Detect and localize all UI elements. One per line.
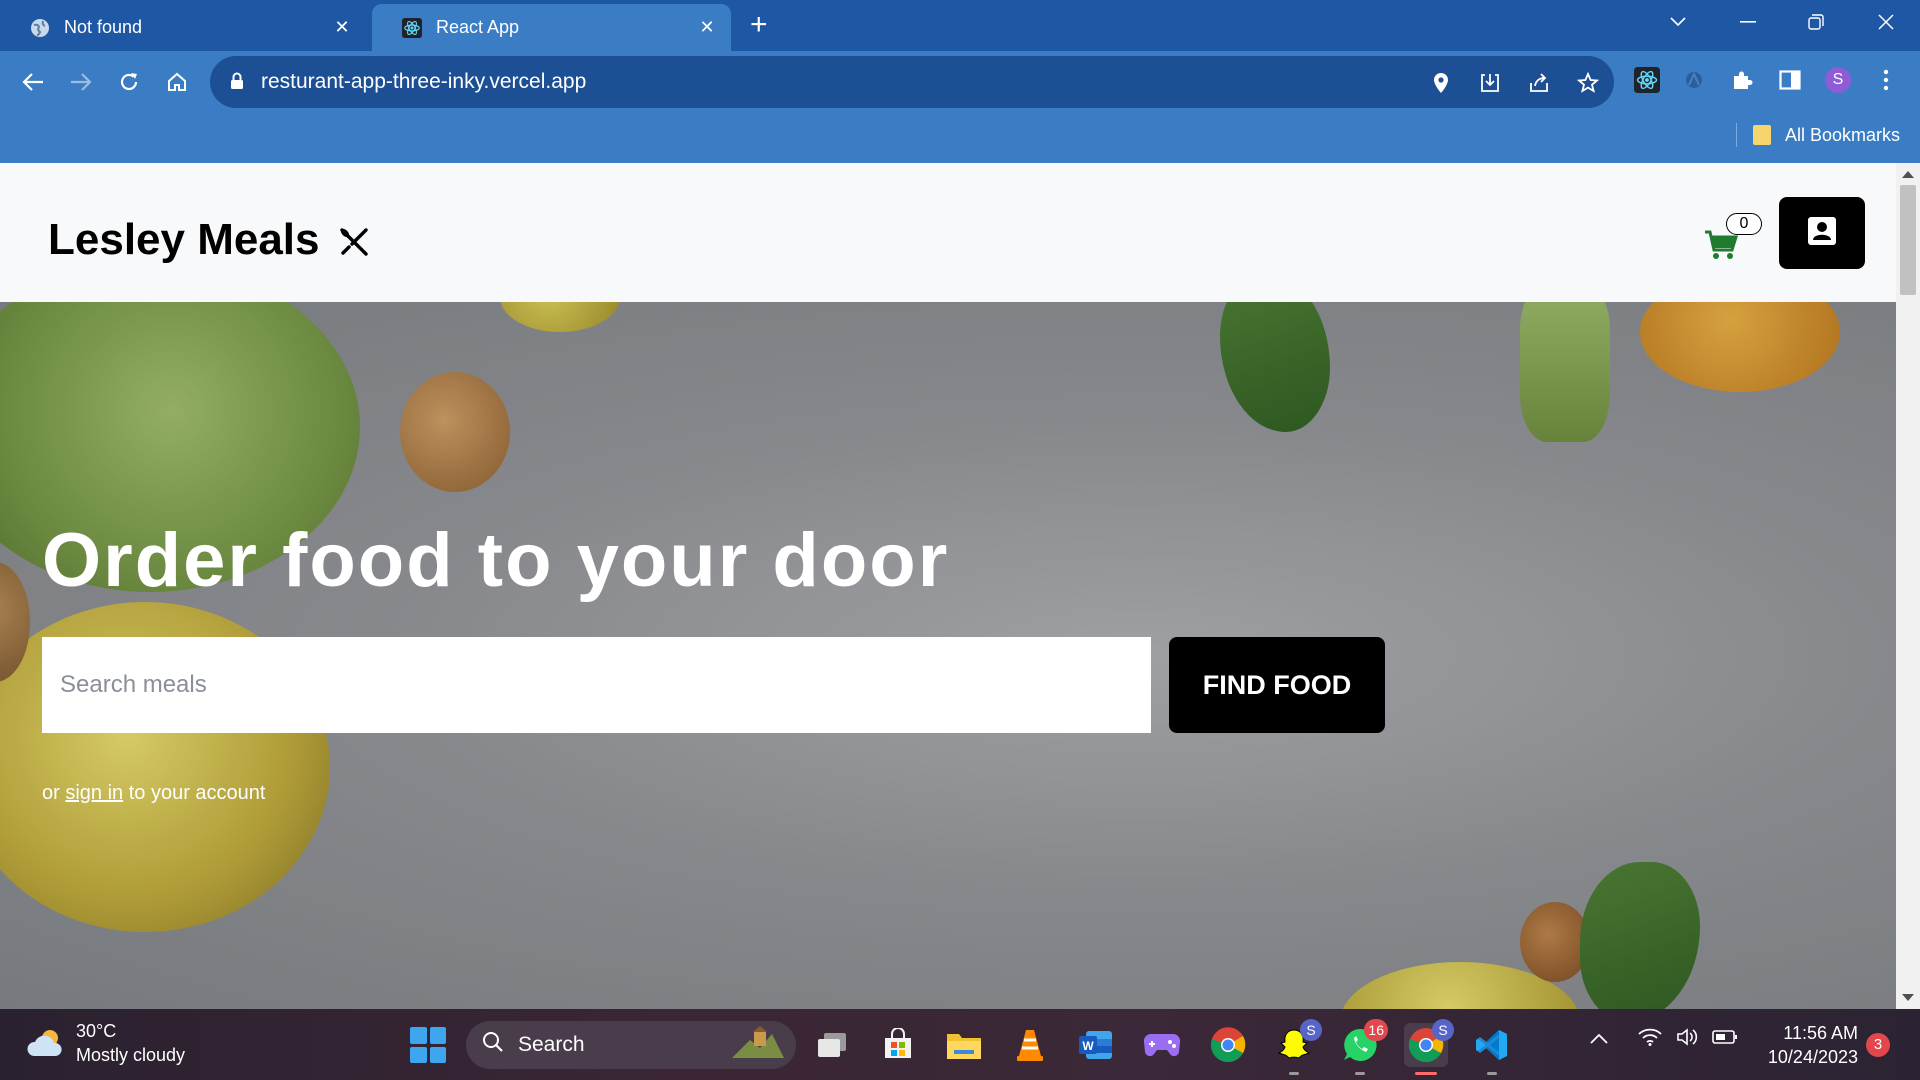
utensils-icon	[338, 219, 370, 269]
microsoft-store-icon[interactable]	[876, 1023, 920, 1067]
all-bookmarks-link[interactable]: All Bookmarks	[1785, 125, 1900, 146]
notification-count-badge[interactable]: 3	[1866, 1033, 1890, 1057]
battery-icon[interactable]	[1712, 1029, 1738, 1050]
weather-widget[interactable]: 30°C Mostly cloudy	[26, 1019, 185, 1067]
signin-link[interactable]: sign in	[65, 782, 123, 804]
clock-date: 10/24/2023	[1767, 1047, 1858, 1067]
signin-prompt: or sign in to your account	[42, 782, 265, 805]
taskbar-clock[interactable]: 11:56 AM 10/24/2023	[1758, 1021, 1858, 1069]
tab-react-app[interactable]: React App ✕	[372, 4, 731, 51]
new-tab-button[interactable]: +	[750, 10, 768, 40]
snapchat-icon[interactable]: S	[1272, 1019, 1322, 1075]
tab-title: React App	[436, 17, 520, 37]
svg-text:W: W	[1082, 1039, 1094, 1053]
reload-icon[interactable]	[111, 64, 147, 100]
tab-not-found[interactable]: Not found ✕	[0, 4, 366, 51]
hero-headline: Order food to your door	[42, 518, 950, 603]
microsoft-word-icon[interactable]: W	[1074, 1023, 1118, 1067]
scrollbar-thumb[interactable]	[1900, 185, 1916, 295]
install-app-icon[interactable]	[1477, 70, 1503, 96]
vscode-icon[interactable]	[1470, 1023, 1514, 1075]
address-bar[interactable]: resturant-app-three-inky.vercel.app	[210, 56, 1614, 108]
file-explorer-icon[interactable]	[942, 1023, 986, 1067]
profile-initial: S	[1832, 71, 1844, 88]
taskbar-search-box[interactable]: Search	[466, 1021, 796, 1069]
whatsapp-icon[interactable]: 16	[1338, 1019, 1388, 1075]
search-highlight-icon	[730, 1024, 786, 1066]
brand[interactable]: Lesley Meals	[48, 211, 370, 269]
chrome-profile-badge: S	[1432, 1019, 1454, 1041]
system-tray	[1590, 1027, 1738, 1052]
lock-icon	[230, 72, 244, 95]
forward-icon[interactable]	[63, 64, 99, 100]
close-tab-icon[interactable]: ✕	[332, 17, 352, 38]
active-indicator	[1415, 1072, 1437, 1075]
scroll-up-arrow-icon[interactable]	[1902, 171, 1914, 178]
wifi-icon[interactable]	[1638, 1028, 1662, 1051]
running-indicator	[1355, 1072, 1365, 1075]
window-close-icon[interactable]	[1868, 6, 1904, 38]
chevron-up-icon[interactable]	[1590, 1031, 1608, 1049]
game-controller-icon[interactable]	[1140, 1023, 1184, 1067]
windows-taskbar: 30°C Mostly cloudy Search W S 16 S 11:56…	[0, 1009, 1920, 1080]
globe-icon	[30, 18, 50, 38]
scroll-down-arrow-icon[interactable]	[1902, 994, 1914, 1001]
web-page: Lesley Meals 0 Order food to your door S…	[0, 163, 1896, 1009]
restore-icon[interactable]	[1798, 6, 1834, 38]
hero-section: Order food to your door FIND FOOD or sig…	[0, 302, 1896, 1009]
tab-search-chevron-icon[interactable]	[1660, 6, 1696, 38]
windows-start-icon[interactable]	[410, 1027, 446, 1063]
share-icon[interactable]	[1526, 70, 1552, 96]
signin-suffix: to your account	[128, 782, 266, 804]
minimize-icon[interactable]	[1730, 6, 1766, 38]
side-panel-icon[interactable]	[1776, 66, 1804, 94]
cloudy-weather-icon	[26, 1028, 66, 1058]
more-menu-icon[interactable]	[1872, 66, 1900, 94]
contact-card-icon	[1807, 216, 1837, 251]
clock-time: 11:56 AM	[1783, 1023, 1858, 1043]
taskbar-search-label: Search	[518, 1033, 585, 1056]
running-indicator	[1487, 1072, 1497, 1075]
weather-description: Mostly cloudy	[76, 1045, 186, 1065]
bookmarks-bar: All Bookmarks	[1735, 123, 1900, 147]
close-tab-icon[interactable]: ✕	[697, 17, 717, 38]
cart-count-badge: 0	[1726, 213, 1762, 235]
react-devtools-icon[interactable]	[1633, 66, 1661, 94]
bookmark-star-icon[interactable]	[1575, 70, 1601, 96]
search-meals-input[interactable]	[42, 637, 1151, 733]
location-pin-icon[interactable]	[1428, 70, 1454, 96]
account-button[interactable]	[1779, 197, 1865, 269]
whatsapp-badge: 16	[1364, 1019, 1388, 1041]
weather-temperature: 30°C	[76, 1021, 117, 1041]
home-icon[interactable]	[159, 64, 195, 100]
extension-icon[interactable]	[1680, 66, 1708, 94]
tab-title: Not found	[64, 17, 143, 37]
cart-button[interactable]: 0	[1704, 213, 1764, 263]
site-header: Lesley Meals 0	[0, 163, 1896, 302]
url-text: resturant-app-three-inky.vercel.app	[261, 70, 587, 93]
browser-toolbar: resturant-app-three-inky.vercel.app S Al	[0, 51, 1920, 163]
vlc-icon[interactable]	[1008, 1023, 1052, 1067]
search-icon	[482, 1031, 504, 1059]
chrome-icon[interactable]	[1206, 1023, 1250, 1067]
snapchat-badge: S	[1300, 1019, 1322, 1041]
browser-tab-strip: Not found ✕ React App ✕ +	[0, 0, 1920, 51]
bookmarks-divider	[1735, 123, 1737, 147]
react-logo-icon	[402, 17, 422, 38]
chrome-active-icon[interactable]: S	[1404, 1019, 1454, 1075]
volume-icon[interactable]	[1676, 1027, 1698, 1052]
back-icon[interactable]	[15, 64, 51, 100]
brand-name: Lesley Meals	[48, 215, 320, 264]
running-indicator	[1289, 1072, 1299, 1075]
folder-icon	[1752, 125, 1771, 145]
task-view-icon[interactable]	[810, 1023, 854, 1067]
page-scrollbar[interactable]	[1896, 163, 1920, 1009]
extensions-puzzle-icon[interactable]	[1728, 66, 1756, 94]
signin-prefix: or	[42, 782, 60, 804]
find-food-button[interactable]: FIND FOOD	[1169, 637, 1385, 733]
profile-avatar[interactable]: S	[1824, 66, 1852, 94]
